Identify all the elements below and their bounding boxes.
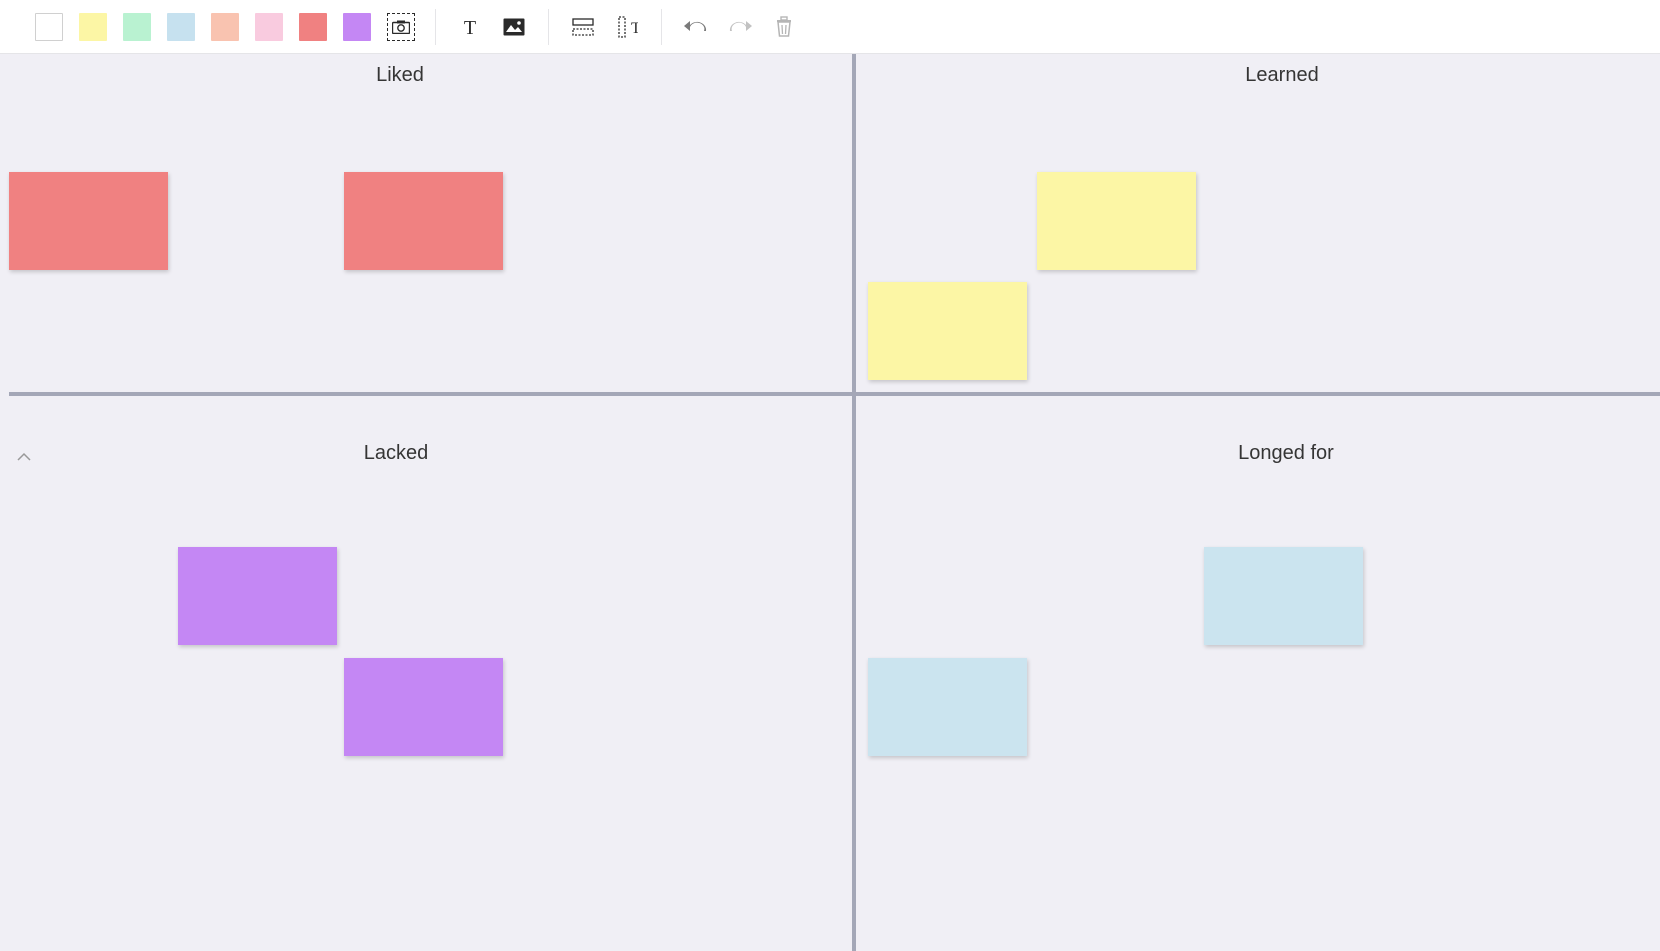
toolbar-divider <box>548 9 549 45</box>
color-swatch-mint[interactable] <box>123 13 151 41</box>
toolbar-divider <box>435 9 436 45</box>
undo-icon[interactable] <box>682 13 710 41</box>
chevron-up-icon[interactable] <box>17 452 33 464</box>
sticky-note-purple[interactable] <box>344 658 503 756</box>
color-swatch-pink[interactable] <box>255 13 283 41</box>
color-swatch-yellow[interactable] <box>79 13 107 41</box>
camera-icon[interactable] <box>387 13 415 41</box>
sticky-note-yellow[interactable] <box>868 282 1027 380</box>
toolbar-divider <box>661 9 662 45</box>
color-swatch-purple[interactable] <box>343 13 371 41</box>
sticky-note-yellow[interactable] <box>1037 172 1196 270</box>
text-icon[interactable]: T <box>456 13 484 41</box>
svg-text:T: T <box>631 20 638 37</box>
quadrant-label-liked[interactable]: Liked <box>376 64 424 87</box>
image-icon[interactable] <box>500 13 528 41</box>
sticky-note-red[interactable] <box>9 172 168 270</box>
board-divider-vertical <box>852 54 856 951</box>
board-divider-horizontal <box>9 392 1660 396</box>
sticky-note-red[interactable] <box>344 172 503 270</box>
quadrant-label-lacked[interactable]: Lacked <box>364 442 429 465</box>
quadrant-label-learned[interactable]: Learned <box>1245 64 1318 87</box>
sticky-note-lightblue[interactable] <box>868 658 1027 756</box>
toolbar: T T <box>0 0 1660 54</box>
svg-text:T: T <box>464 17 476 38</box>
quadrant-label-longed-for[interactable]: Longed for <box>1238 442 1334 465</box>
color-swatch-white[interactable] <box>35 13 63 41</box>
redo-icon[interactable] <box>726 13 754 41</box>
color-swatch-red[interactable] <box>299 13 327 41</box>
color-swatch-peach[interactable] <box>211 13 239 41</box>
trash-icon[interactable] <box>770 13 798 41</box>
sticky-note-purple[interactable] <box>178 547 337 645</box>
board-canvas[interactable]: Liked Learned Lacked Longed for <box>0 54 1660 951</box>
section-row-icon[interactable] <box>569 13 597 41</box>
section-column-icon[interactable]: T <box>613 13 641 41</box>
color-swatch-lightblue[interactable] <box>167 13 195 41</box>
sticky-note-lightblue[interactable] <box>1204 547 1363 645</box>
